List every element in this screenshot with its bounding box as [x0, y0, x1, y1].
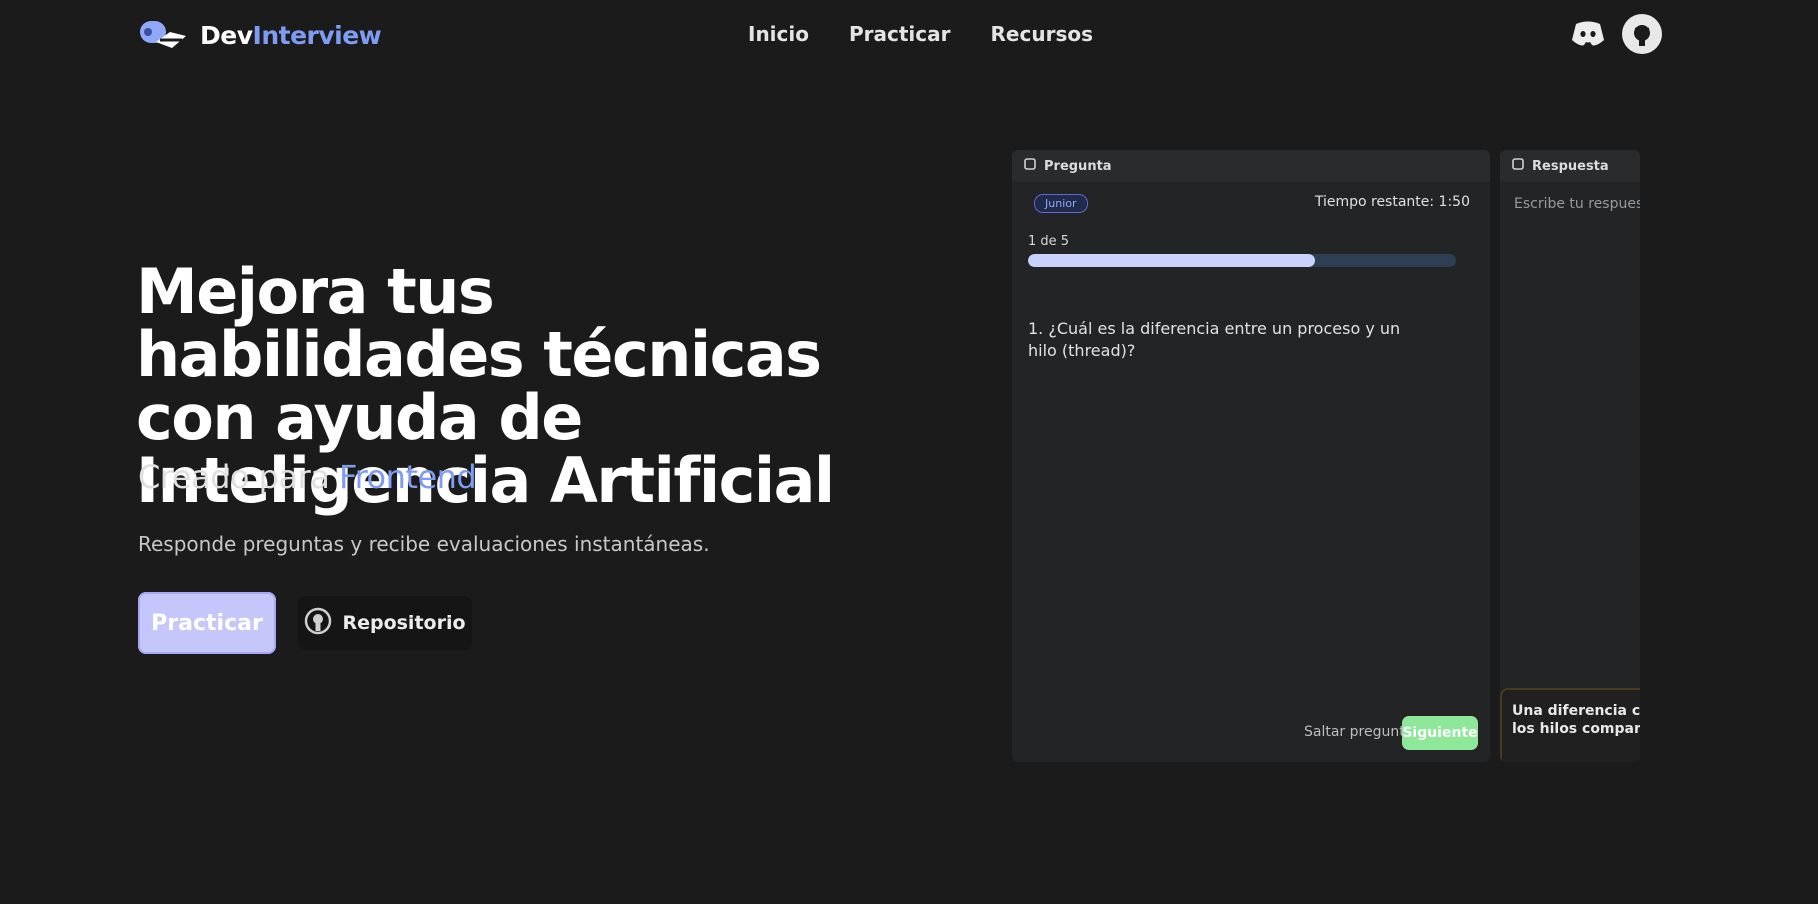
next-question-button[interactable]: Siguiente: [1402, 716, 1478, 750]
feedback-box: Una diferencia clave es que los hilos co…: [1500, 688, 1640, 762]
skip-question-link[interactable]: Saltar pregunta: [1304, 724, 1413, 740]
nav-link-inicio[interactable]: Inicio: [748, 22, 809, 46]
question-panel-header: Pregunta: [1012, 150, 1490, 182]
answer-panel-icon: [1512, 158, 1524, 174]
level-badge: Junior: [1034, 194, 1088, 213]
answer-panel-header: Respuesta: [1500, 150, 1640, 182]
time-left: Tiempo restante: 1:50: [1314, 194, 1470, 210]
repository-button-label: Repositorio: [342, 612, 466, 634]
question-text: 1. ¿Cuál es la diferencia entre un proce…: [1028, 319, 1401, 360]
repository-button[interactable]: Repositorio: [298, 596, 472, 650]
practice-button[interactable]: Practicar: [138, 592, 276, 654]
hero-description: Responde preguntas y recibe evaluaciones…: [138, 532, 710, 556]
progress-bar-fill: [1028, 254, 1315, 267]
answer-input[interactable]: Escribe tu respuesta aquí...: [1514, 196, 1640, 212]
brand-logo[interactable]: DevInterview: [138, 18, 382, 52]
question-panel-preview: Pregunta Junior Tiempo restante: 1:50 1 …: [1012, 150, 1490, 762]
logo-icon: [138, 18, 190, 52]
progress-bar: [1028, 254, 1456, 267]
hero-subtitle-prefix: Creado para: [138, 458, 330, 496]
question-panel-title: Pregunta: [1044, 158, 1112, 174]
answer-panel-title: Respuesta: [1532, 158, 1609, 174]
github-icon: [304, 607, 332, 640]
brand-name-part2: Interview: [252, 20, 382, 50]
question-panel-icon: [1024, 158, 1036, 174]
discord-icon[interactable]: [1568, 14, 1608, 54]
brand-name: DevInterview: [200, 20, 382, 50]
answer-panel-preview: Respuesta Escribe tu respuesta aquí... U…: [1500, 150, 1640, 762]
feedback-line-1: Una diferencia clave es que: [1512, 703, 1640, 719]
hero-subtitle: Creado para Frontend: [138, 458, 477, 496]
hero-subtitle-accent: Frontend: [339, 458, 477, 496]
github-icon[interactable]: [1622, 14, 1662, 54]
header-icons: [1568, 14, 1662, 54]
question-counter: 1 de 5: [1028, 234, 1070, 249]
brand-name-part1: Dev: [200, 20, 253, 50]
feedback-line-2: los hilos comparten memoria: [1512, 721, 1640, 737]
nav-link-recursos[interactable]: Recursos: [991, 22, 1093, 46]
main-nav: Inicio Practicar Recursos: [748, 22, 1093, 46]
nav-link-practicar[interactable]: Practicar: [849, 22, 951, 46]
